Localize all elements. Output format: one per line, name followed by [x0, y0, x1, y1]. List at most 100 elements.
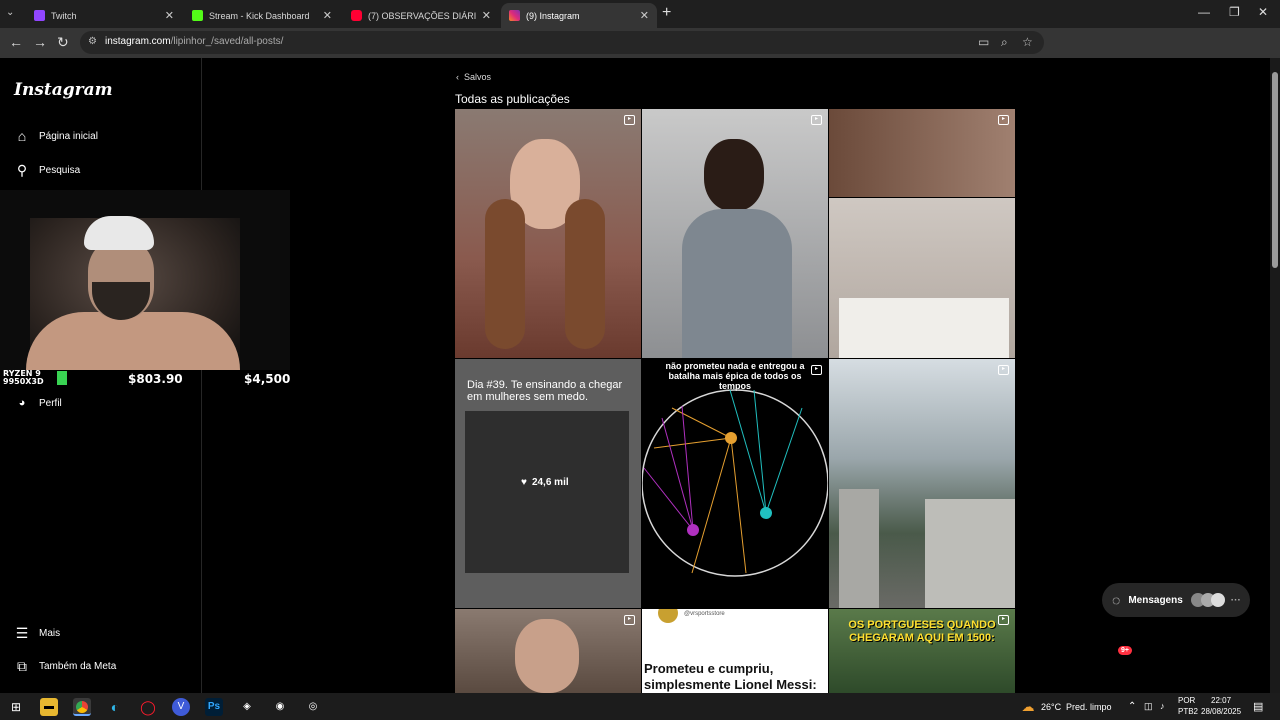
cpu-label: RYZEN 9 9950X3D [3, 369, 44, 386]
reel-icon: ▸ [811, 365, 822, 375]
volume-icon[interactable]: ♪ [1160, 701, 1165, 711]
post-likes: ♥ 24,6 mil [521, 477, 569, 488]
kick-icon [192, 10, 203, 21]
zoom-icon[interactable]: ⌕ [1001, 35, 1008, 50]
post-tile[interactable]: Dia #39. Te ensinando a chegar em mulher… [455, 359, 641, 608]
close-tab-icon[interactable]: ✕ [640, 9, 649, 22]
url-text: instagram.com/lipinhor_/saved/all-posts/ [105, 36, 284, 47]
browser-tab-strip: ⌄ Twitch ✕ Stream - Kick Dashboard ✕ (7)… [0, 0, 1280, 28]
tab-youtube[interactable]: (7) OBSERVAÇÕES DIÁRIAS (EP ✕ [343, 3, 499, 28]
edge-icon[interactable]: ◐ [106, 698, 124, 716]
close-tab-icon[interactable]: ✕ [165, 9, 174, 22]
sidebar-item-profile[interactable]: ◕ Perfil [14, 397, 62, 409]
close-tab-icon[interactable]: ✕ [482, 9, 491, 22]
avatar: ◕ [18, 397, 26, 409]
post-tile[interactable] [829, 198, 1015, 358]
post-thumbnail-face [704, 139, 764, 211]
post-tile[interactable]: ▸ [455, 109, 641, 358]
page-title: Todas as publicações [455, 92, 570, 106]
post-tile[interactable]: ▸ [455, 609, 641, 693]
sidebar-item-more[interactable]: ☰ Mais [14, 625, 60, 642]
post-thumbnail-video [465, 411, 629, 573]
instagram-icon [509, 10, 520, 21]
network-icon[interactable]: ◫ [1144, 701, 1153, 712]
post-handle: @vrsportsstore [684, 611, 725, 617]
tab-kick[interactable]: Stream - Kick Dashboard ✕ [184, 3, 340, 28]
donation-amount-1: $803.90 [128, 372, 183, 386]
store-avatar [658, 609, 678, 623]
steam-icon[interactable]: ◈ [238, 698, 256, 716]
post-tile[interactable]: @vrsportsstore Prometeu e cumpriu, simpl… [642, 609, 828, 693]
bookmark-star-icon[interactable]: ☆ [1022, 35, 1033, 49]
menu-icon: ☰ [15, 625, 29, 641]
tray-chevron-icon[interactable]: ⌃ [1128, 701, 1136, 712]
clock-time[interactable]: 22:07 [1211, 696, 1231, 705]
reel-icon: ▸ [998, 365, 1009, 375]
photoshop-icon[interactable]: Ps [205, 698, 223, 716]
close-window-button[interactable]: ✕ [1258, 5, 1268, 19]
post-tile[interactable]: ▸ [829, 109, 1015, 197]
post-thumbnail-shirt [682, 209, 792, 358]
windows-taskbar: ⊞ ▬ ◐ ◯ V Ps ◈ ◉ ◎ ☁ 26°C Pred. limpo ⌃ … [0, 693, 1280, 720]
weather-icon[interactable]: ☁ [1019, 698, 1037, 716]
youtube-icon [351, 10, 362, 21]
reload-button[interactable]: ↻ [57, 34, 69, 51]
message-avatars [1190, 593, 1225, 607]
file-explorer-icon[interactable]: ▬ [40, 698, 58, 716]
forward-button[interactable]: → [33, 34, 47, 50]
sidebar-item-home[interactable]: ⌂ Página inicial [14, 128, 98, 144]
notification-icon[interactable]: ▤ [1253, 700, 1263, 713]
scrollbar-thumb[interactable] [1272, 72, 1278, 268]
search-icon: ⚲ [16, 162, 28, 178]
heart-icon: ♥ [521, 477, 527, 488]
home-icon: ⌂ [17, 128, 27, 144]
new-tab-button[interactable]: + [662, 4, 671, 22]
keyboard-layout[interactable]: PTB2 [1178, 707, 1198, 716]
language-code[interactable]: POR [1178, 696, 1195, 705]
weather-temperature: 26°C [1041, 702, 1062, 712]
reel-icon: ▸ [998, 115, 1009, 125]
maximize-button[interactable]: ❐ [1229, 5, 1240, 19]
post-tile[interactable]: não prometeu nada e entregou a batalha m… [642, 359, 828, 608]
start-icon[interactable]: ⊞ [7, 698, 25, 716]
post-caption: OS PORTGUESES QUANDO CHEGARAM AQUI EM 15… [848, 619, 996, 644]
post-caption: Prometeu e cumpriu, simplesmente Lionel … [644, 661, 817, 692]
clock-date[interactable]: 28/08/2025 [1201, 707, 1241, 716]
post-thumbnail-hair [485, 199, 525, 349]
opera-icon[interactable]: ◯ [139, 698, 157, 716]
post-tile[interactable]: OS PORTGUESES QUANDO CHEGARAM AQUI EM 15… [829, 609, 1015, 693]
meta-icon: ⧉ [17, 658, 27, 674]
minimize-button[interactable]: — [1198, 5, 1210, 19]
twitch-icon [34, 10, 45, 21]
page-scrollbar[interactable] [1270, 58, 1280, 693]
obs-icon[interactable]: ◎ [304, 698, 322, 716]
tab-twitch[interactable]: Twitch ✕ [26, 3, 182, 28]
post-thumbnail-building [925, 499, 1015, 608]
instagram-logo[interactable]: Instagram [14, 80, 113, 100]
tab-instagram[interactable]: (9) Instagram ✕ [501, 3, 657, 28]
post-caption: Dia #39. Te ensinando a chegar em mulher… [467, 379, 623, 403]
messages-button[interactable]: ◌ Mensagens ··· [1102, 583, 1250, 617]
reel-icon: ▸ [624, 615, 635, 625]
reel-icon: ▸ [811, 115, 822, 125]
install-app-icon[interactable]: ▭ [978, 35, 989, 49]
url-field[interactable]: ⚙ instagram.com/lipinhor_/saved/all-post… [80, 31, 1044, 54]
sidebar-item-meta[interactable]: ⧉ Também da Meta [14, 658, 116, 675]
close-tab-icon[interactable]: ✕ [323, 9, 332, 22]
post-tile[interactable]: ▸ [829, 359, 1015, 608]
site-info-icon[interactable]: ⚙ [88, 36, 97, 47]
discord-icon[interactable]: ◉ [271, 698, 289, 716]
post-thumbnail-wall [839, 489, 879, 608]
page-content: Instagram ⌂ Página inicial ⚲ Pesquisa ◕ … [0, 58, 1280, 693]
post-thumbnail-bed [839, 298, 1009, 358]
weather-description: Pred. limpo [1066, 702, 1112, 712]
post-caption: não prometeu nada e entregou a batalha m… [665, 361, 805, 391]
back-button[interactable]: ← [9, 34, 23, 50]
post-tile[interactable]: ▸ [642, 109, 828, 358]
sidebar-item-search[interactable]: ⚲ Pesquisa [14, 162, 80, 179]
back-to-saved-link[interactable]: ‹ Salvos [456, 72, 491, 82]
chrome-icon[interactable] [73, 698, 91, 716]
vpn-icon[interactable]: V [172, 698, 190, 716]
tab-search-icon[interactable]: ⌄ [6, 7, 14, 18]
circle-battle-graphic [642, 389, 828, 577]
